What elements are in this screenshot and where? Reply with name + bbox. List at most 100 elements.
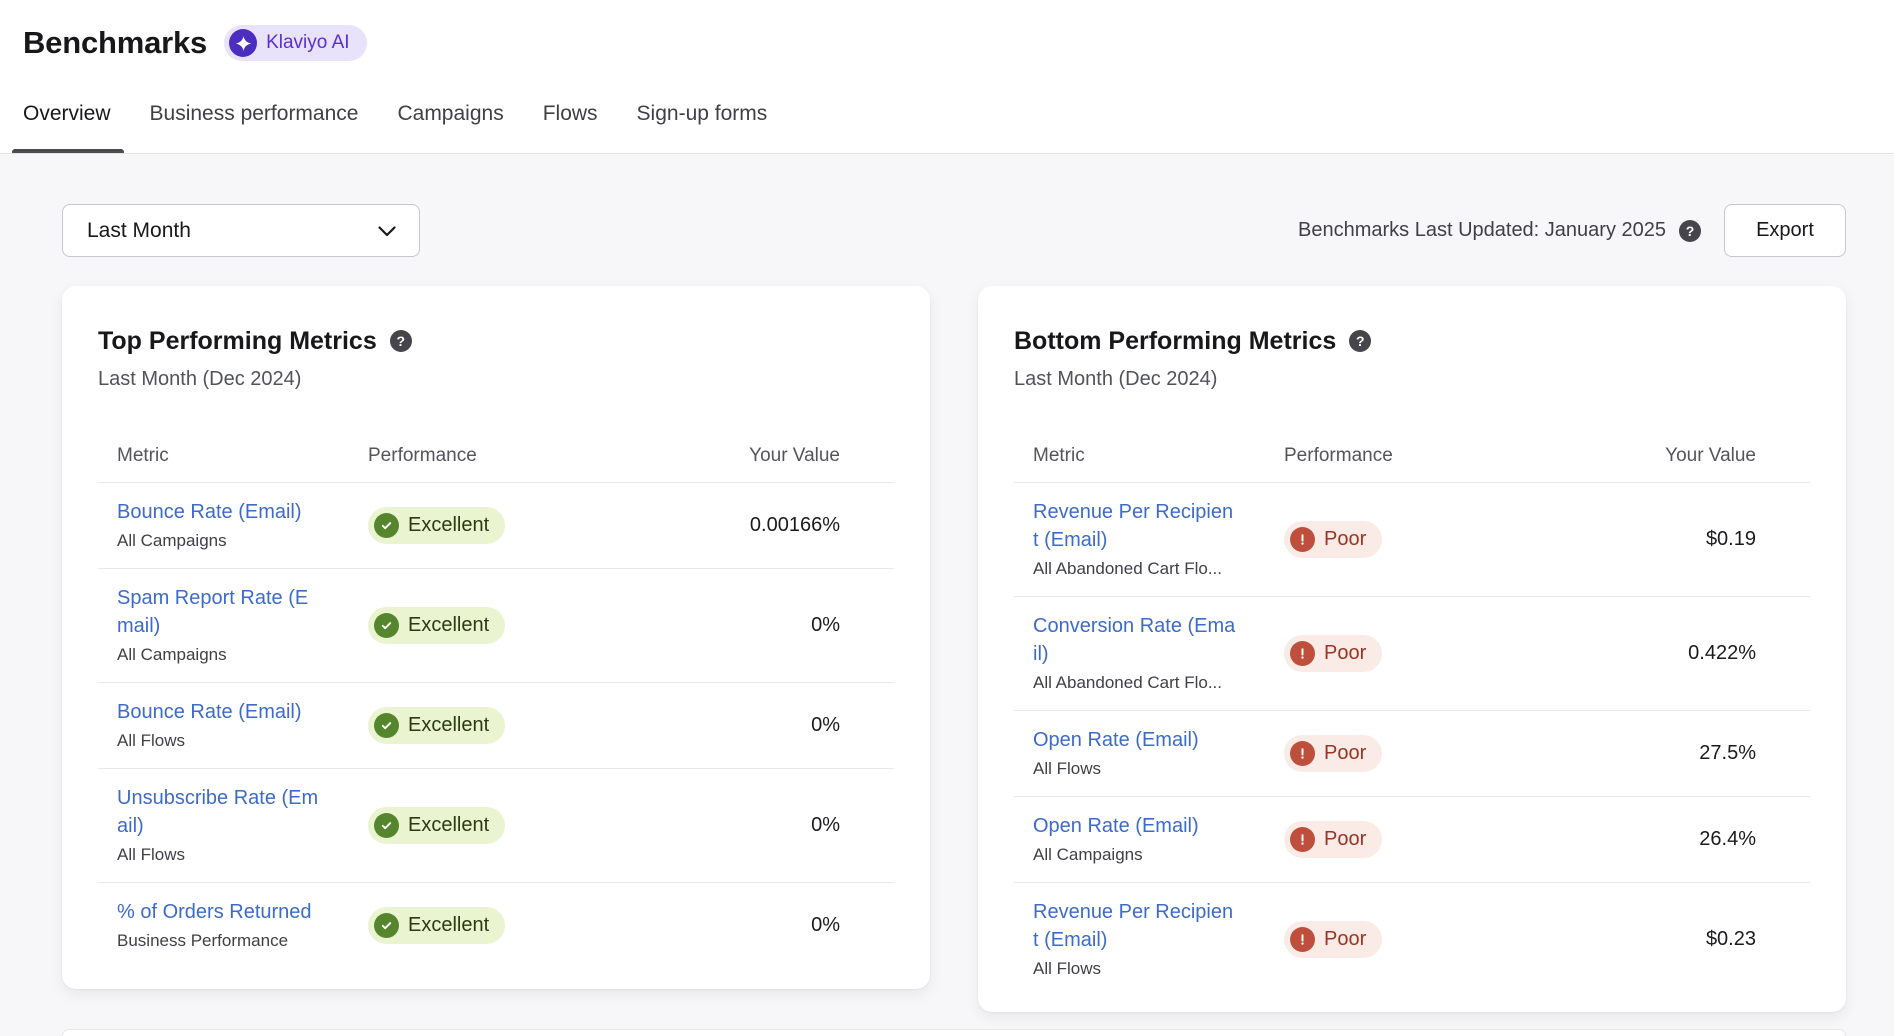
performance-badge: Poor: [1284, 821, 1382, 858]
performance-cell: Poor: [1284, 735, 1632, 772]
metric-value: 27.5%: [1632, 742, 1810, 765]
tab-label: Campaigns: [397, 102, 503, 125]
status-icon: [1290, 527, 1315, 552]
check-circle-icon: [380, 919, 393, 932]
performance-label: Poor: [1324, 526, 1366, 553]
tab-bar: Overview Business performance Campaigns Flo…: [0, 95, 1894, 154]
metric-cell: Open Rate (Email) All Campaigns: [1014, 812, 1284, 867]
metric-cell: Bounce Rate (Email) All Flows: [98, 698, 368, 753]
alert-circle-icon: [1296, 933, 1309, 946]
metric-value: 0%: [716, 914, 894, 937]
metric-cell: Unsubscribe Rate (Email) All Flows: [98, 784, 368, 867]
metric-category: All Flows: [1033, 757, 1284, 781]
table-row: Conversion Rate (Email) All Abandoned Ca…: [1014, 596, 1810, 710]
bottom-performing-metrics-card: Bottom Performing Metrics ? Last Month (…: [978, 286, 1846, 1012]
metric-category: All Flows: [117, 843, 368, 867]
check-circle-icon: [380, 719, 393, 732]
tab-label: Business performance: [150, 102, 359, 125]
card-subtitle: Last Month (Dec 2024): [98, 365, 894, 393]
metric-link[interactable]: Revenue Per Recipient (Email): [1033, 498, 1237, 554]
column-header-performance: Performance: [1284, 445, 1632, 467]
metrics-table: Metric Performance Your Value Revenue Pe…: [1014, 445, 1810, 996]
metric-category: All Campaigns: [1033, 843, 1284, 867]
tab-label: Sign-up forms: [637, 102, 768, 125]
card-title: Top Performing Metrics: [98, 324, 377, 358]
title-row: Benchmarks Klaviyo AI: [23, 22, 1870, 64]
last-updated-text: Benchmarks Last Updated: January 2025: [1298, 219, 1666, 242]
next-section-card-peek: [62, 1029, 1846, 1036]
table-row: Open Rate (Email) All Flows Poor 27.5%: [1014, 710, 1810, 796]
metric-cell: Bounce Rate (Email) All Campaigns: [98, 498, 368, 553]
performance-badge: Poor: [1284, 735, 1382, 772]
table-body: Bounce Rate (Email) All Campaigns Excell…: [98, 483, 894, 968]
tab-overview[interactable]: Overview: [23, 95, 111, 153]
performance-label: Poor: [1324, 640, 1366, 667]
metric-category: All Flows: [117, 729, 368, 753]
alert-circle-icon: [1296, 747, 1309, 760]
metric-cell: Open Rate (Email) All Flows: [1014, 726, 1284, 781]
alert-circle-icon: [1296, 647, 1309, 660]
metric-link[interactable]: Bounce Rate (Email): [117, 498, 321, 526]
tab-flows[interactable]: Flows: [543, 95, 598, 153]
metric-cell: Revenue Per Recipient (Email) All Flows: [1014, 898, 1284, 981]
metric-category: All Campaigns: [117, 643, 368, 667]
table-row: Spam Report Rate (Email) All Campaigns E…: [98, 568, 894, 682]
metric-link[interactable]: Conversion Rate (Email): [1033, 612, 1237, 668]
performance-cell: Excellent: [368, 607, 716, 644]
metric-value: $0.23: [1632, 928, 1810, 951]
tab-campaigns[interactable]: Campaigns: [397, 95, 503, 153]
klaviyo-ai-badge: Klaviyo AI: [224, 25, 366, 61]
alert-circle-icon: [1296, 533, 1309, 546]
period-select-value: Last Month: [87, 219, 191, 243]
metric-link[interactable]: Open Rate (Email): [1033, 812, 1237, 840]
performance-badge: Excellent: [368, 807, 505, 844]
period-select[interactable]: Last Month: [62, 204, 420, 257]
toolbar-right: Benchmarks Last Updated: January 2025 ? …: [1298, 204, 1846, 257]
check-circle-icon: [380, 619, 393, 632]
tab-label: Overview: [23, 102, 111, 125]
tab-business-performance[interactable]: Business performance: [150, 95, 359, 153]
table-body: Revenue Per Recipient (Email) All Abando…: [1014, 483, 1810, 996]
main-content: Last Month Benchmarks Last Updated: Janu…: [0, 154, 1894, 1036]
metric-value: 0%: [716, 614, 894, 637]
table-row: Bounce Rate (Email) All Campaigns Excell…: [98, 483, 894, 568]
performance-cell: Poor: [1284, 921, 1632, 958]
performance-label: Excellent: [408, 612, 489, 639]
metric-link[interactable]: Spam Report Rate (Email): [117, 584, 321, 640]
performance-cell: Excellent: [368, 507, 716, 544]
performance-label: Excellent: [408, 912, 489, 939]
metric-value: 0%: [716, 814, 894, 837]
metric-category: All Flows: [1033, 957, 1284, 981]
performance-label: Poor: [1324, 926, 1366, 953]
performance-label: Excellent: [408, 712, 489, 739]
export-button[interactable]: Export: [1724, 204, 1846, 257]
help-icon[interactable]: ?: [1679, 220, 1701, 242]
metric-category: All Campaigns: [117, 529, 368, 553]
tab-sign-up-forms[interactable]: Sign-up forms: [637, 95, 768, 153]
table-row: Revenue Per Recipient (Email) All Abando…: [1014, 483, 1810, 596]
metric-cell: Revenue Per Recipient (Email) All Abando…: [1014, 498, 1284, 581]
status-icon: [1290, 827, 1315, 852]
performance-badge: Excellent: [368, 907, 505, 944]
performance-cell: Excellent: [368, 807, 716, 844]
performance-badge: Poor: [1284, 635, 1382, 672]
performance-label: Poor: [1324, 826, 1366, 853]
metrics-cards: Top Performing Metrics ? Last Month (Dec…: [62, 286, 1846, 1012]
metric-cell: Spam Report Rate (Email) All Campaigns: [98, 584, 368, 667]
metric-value: 0%: [716, 714, 894, 737]
status-icon: [1290, 741, 1315, 766]
metric-link[interactable]: Revenue Per Recipient (Email): [1033, 898, 1237, 954]
performance-label: Excellent: [408, 512, 489, 539]
metric-link[interactable]: Unsubscribe Rate (Email): [117, 784, 321, 840]
metric-link[interactable]: Open Rate (Email): [1033, 726, 1237, 754]
help-icon[interactable]: ?: [1349, 330, 1371, 352]
metric-link[interactable]: Bounce Rate (Email): [117, 698, 321, 726]
performance-badge: Excellent: [368, 607, 505, 644]
card-title: Bottom Performing Metrics: [1014, 324, 1336, 358]
top-performing-metrics-card: Top Performing Metrics ? Last Month (Dec…: [62, 286, 930, 989]
status-icon: [374, 713, 399, 738]
help-icon[interactable]: ?: [390, 330, 412, 352]
metric-link[interactable]: % of Orders Returned: [117, 898, 321, 926]
metric-category: All Abandoned Cart Flo...: [1033, 557, 1284, 581]
metric-cell: % of Orders Returned Business Performanc…: [98, 898, 368, 953]
